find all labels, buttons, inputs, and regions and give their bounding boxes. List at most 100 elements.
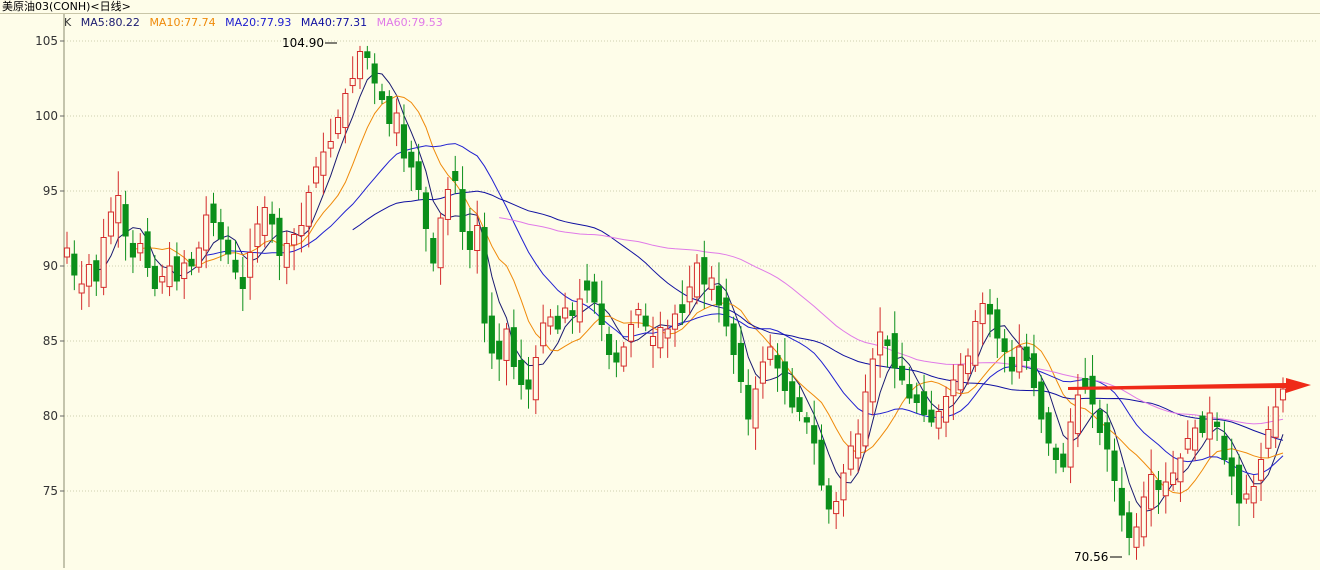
candle-body [657,327,664,349]
candle-body [1250,486,1257,504]
candle-body [562,307,569,319]
candle-body [1177,457,1184,483]
candle-body [525,379,532,390]
candle-body [884,339,891,347]
candle-body [1206,412,1213,440]
candle-body [1228,457,1235,477]
candle-body [1184,438,1191,450]
candle-body [745,384,752,420]
candle-body [1214,421,1221,427]
candle-body [518,359,525,386]
candle-body [1199,415,1206,434]
candle-body [1140,496,1147,538]
candle-body [540,322,547,347]
candle-body [840,472,847,501]
candle-body [430,238,437,264]
y-tick-label: 80 [43,409,58,423]
candles [63,45,1287,560]
candle-body [1104,422,1111,450]
candle-body [1265,429,1272,449]
candle-body [378,91,386,101]
candle-body [474,225,481,251]
candle-body [415,161,422,190]
candle-body [950,379,957,397]
candle-body [1279,388,1287,401]
candle-body [334,117,342,135]
candle-body [1170,472,1177,485]
candle-body [994,309,1001,339]
candle-body [217,222,224,240]
candle-body [1030,353,1038,389]
candle-body [356,51,364,80]
candle-body [159,276,166,283]
ma20-line [206,143,1284,476]
candle-body [547,316,554,327]
candle-body [862,391,869,447]
candle-body [188,258,195,267]
candle-body [349,78,356,87]
candle-body [100,237,107,288]
y-tick-label: 95 [43,184,58,198]
candle-body [1126,512,1133,538]
candle-body [635,309,642,316]
candle-body [247,252,254,278]
candle-body [129,242,136,258]
candle-body [715,285,723,306]
candle-body [203,214,210,251]
candle-body [679,304,686,314]
candle-body [532,357,539,401]
candle-body [767,346,774,360]
candle-body [1257,459,1265,481]
candle-body [671,313,679,330]
candle-body [393,112,400,134]
candle-body [869,358,876,403]
candle-body [320,151,327,176]
candle-body [166,265,173,288]
candle-body [195,247,202,268]
candle-body [847,445,854,470]
candle-body [144,231,151,269]
candle-body [503,328,510,361]
candle-body [642,315,649,327]
candle-body [781,361,788,391]
candle-body [269,213,276,225]
candle-body [1155,480,1162,491]
candle-body [254,223,261,248]
candle-body [452,171,459,181]
low-label: 70.56 [1074,550,1108,564]
candle-body [422,192,430,229]
candle-body [1148,474,1155,510]
candle-body [85,264,93,287]
y-tick-label: 85 [43,334,58,348]
y-tick-label: 100 [35,109,58,123]
candle-body [620,346,627,367]
price-axis: 105 100 95 90 85 80 75 [35,14,65,568]
candle-body [1235,464,1243,504]
candle-body [833,501,840,515]
candle-body [627,324,635,342]
candle-body [327,141,334,149]
candle-body [1272,406,1279,438]
candle-body [1118,487,1125,516]
candle-body [818,439,825,486]
candle-body [78,283,85,294]
candle-body [510,327,517,367]
candle-body [342,93,349,129]
candle-body [1060,453,1067,468]
candle-body [1023,346,1030,362]
candle-body [825,485,832,510]
y-tick-label: 90 [43,259,58,273]
candle-body [891,333,898,369]
candle-body [261,207,268,236]
candle-body [928,409,935,423]
candle-body [759,361,766,384]
candle-body [606,333,613,355]
candle-body [283,243,290,268]
candle-body [276,217,283,256]
candle-body [122,204,129,237]
candle-body [730,323,737,355]
candle-body [796,397,803,413]
candle-body [400,124,408,159]
candle-body [1096,410,1103,434]
candle-body [298,225,305,237]
